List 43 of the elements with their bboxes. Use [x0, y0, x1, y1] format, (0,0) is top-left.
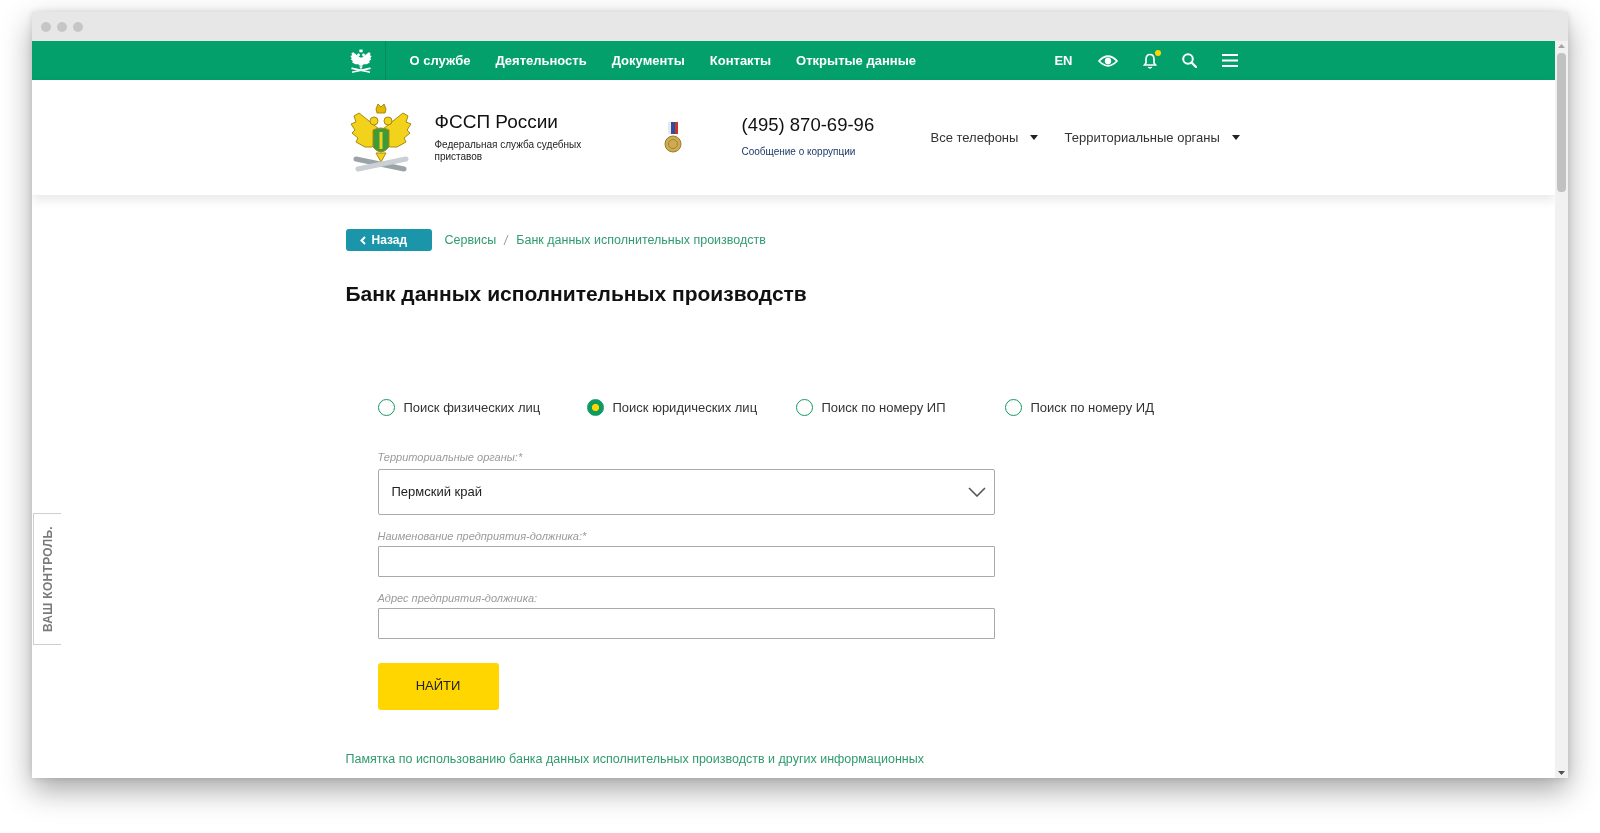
- caret-icon[interactable]: [1231, 135, 1240, 140]
- back-button[interactable]: Назад: [345, 229, 432, 251]
- scroll-down-icon[interactable]: [1558, 771, 1565, 775]
- radio-label[interactable]: Поиск физических лиц: [403, 398, 541, 418]
- breadcrumb-link[interactable]: Сервисы: [444, 230, 497, 250]
- region-select[interactable]: Пермский край: [377, 468, 995, 515]
- bell-icon[interactable]: [1142, 52, 1157, 69]
- text-input-field[interactable]: [377, 607, 995, 639]
- search-icon[interactable]: [1181, 53, 1197, 68]
- breadcrumb-separator-icon: [503, 234, 510, 246]
- radio-label[interactable]: Поиск по номеру ИП: [821, 398, 946, 418]
- field-label: Адрес предприятия-должника:: [377, 591, 539, 605]
- site-title[interactable]: ФССП России: [434, 111, 664, 134]
- radio-label[interactable]: Поиск по номеру ИД: [1030, 398, 1154, 418]
- radio-button[interactable]: [1004, 399, 1022, 417]
- dropdown-toggle[interactable]: Территориальные органы: [1064, 127, 1220, 148]
- breadcrumb-link[interactable]: Банк данных исполнительных производств: [516, 230, 766, 250]
- chevron-down-icon[interactable]: [967, 486, 986, 497]
- scroll-up-icon[interactable]: [1558, 44, 1565, 48]
- scrollbar[interactable]: [1555, 41, 1568, 778]
- field-label: Территориальные органы:*: [377, 450, 524, 464]
- eagle-emblem-icon[interactable]: [349, 47, 372, 74]
- help-link[interactable]: Памятка по использованию банка данных исполнительных производств и других информационных: [345, 749, 924, 769]
- dropdown-toggle[interactable]: Все телефоны: [930, 127, 1019, 148]
- corruption-report-link[interactable]: Сообщение о коррупции: [741, 143, 856, 159]
- scroll-thumb[interactable]: [1557, 53, 1566, 192]
- feedback-side-tab[interactable]: ВАШ КОНТРОЛЬ.: [33, 513, 61, 645]
- eagle-emblem-icon[interactable]: [349, 101, 412, 174]
- field-label: Наименование предприятия-должника:*: [377, 529, 588, 543]
- search-button[interactable]: НАЙТИ: [377, 662, 499, 710]
- menu-icon[interactable]: [1221, 54, 1238, 67]
- phone-link[interactable]: (495) 870-69-96: [741, 113, 875, 136]
- medal-icon: [663, 121, 682, 154]
- radio-button[interactable]: [377, 399, 395, 417]
- site-subtitle: Федеральная служба судебных приставов: [434, 138, 583, 164]
- caret-icon[interactable]: [1030, 135, 1039, 140]
- page-title: Банк данных исполнительных производств: [345, 281, 808, 307]
- text-input-field[interactable]: [377, 545, 995, 577]
- radio-button[interactable]: [586, 399, 604, 417]
- radio-label[interactable]: Поиск юридических лиц: [612, 398, 758, 418]
- radio-button[interactable]: [795, 399, 813, 417]
- chevron-left-icon[interactable]: [359, 235, 366, 245]
- eye-icon[interactable]: [1097, 53, 1118, 68]
